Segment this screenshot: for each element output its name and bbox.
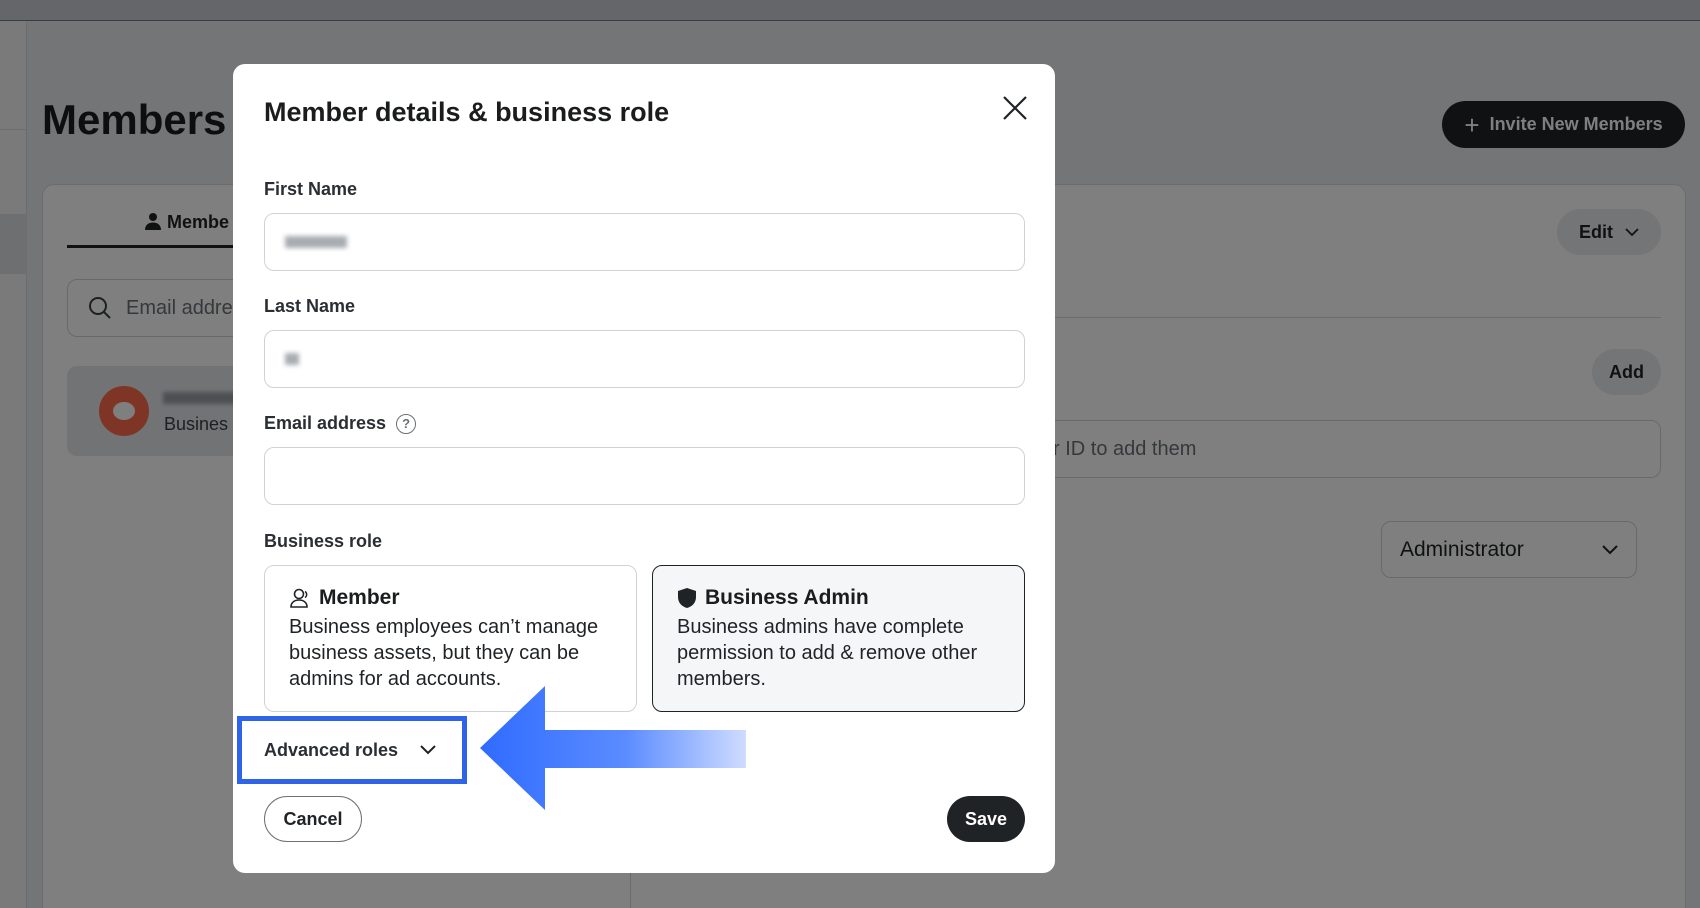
last-name-label: Last Name — [264, 296, 356, 316]
email-field[interactable] — [264, 447, 1025, 505]
person-group-icon — [290, 588, 308, 608]
email-label: Email address ? — [264, 413, 417, 434]
role-title: Member — [319, 586, 400, 609]
first-name-field[interactable] — [264, 213, 1025, 271]
role-option-header: Business Admin — [677, 586, 1000, 610]
shield-icon — [678, 588, 696, 608]
first-name-label: First Name — [264, 179, 358, 199]
modal-title: Member details & business role — [264, 97, 670, 127]
role-option-header: Member — [289, 586, 612, 610]
role-description: Business employees can’t manage business… — [289, 616, 599, 690]
advanced-roles-toggle[interactable]: Advanced roles — [237, 716, 467, 784]
email-label-text: Email address — [264, 413, 387, 433]
business-role-label: Business role — [264, 531, 383, 551]
save-button[interactable]: Save — [947, 796, 1025, 842]
role-title: Business Admin — [705, 586, 869, 609]
help-icon[interactable]: ? — [396, 413, 417, 434]
cancel-button[interactable]: Cancel — [264, 796, 362, 842]
arrow-left-icon — [480, 686, 746, 810]
first-name-value-redacted — [285, 236, 347, 248]
chevron-down-icon — [420, 745, 436, 755]
last-name-value-redacted — [285, 353, 299, 365]
last-name-field[interactable] — [264, 330, 1025, 388]
close-icon — [1003, 96, 1027, 120]
role-description: Business admins have complete permission… — [677, 616, 978, 690]
close-button[interactable] — [997, 90, 1033, 126]
advanced-roles-label: Advanced roles — [264, 739, 399, 760]
